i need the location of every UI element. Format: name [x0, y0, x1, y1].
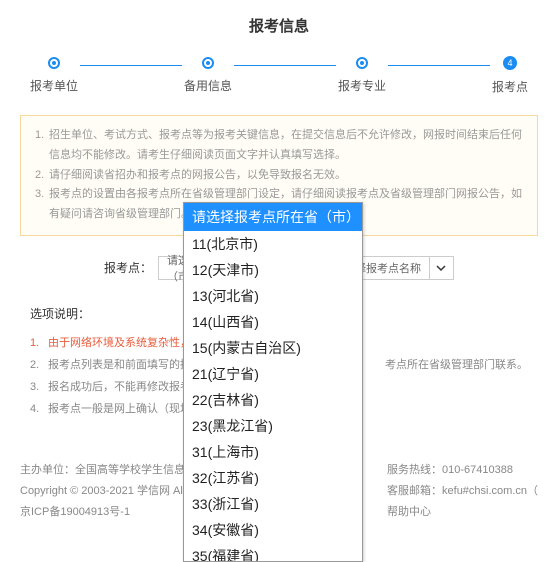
footer-hotline-label: 服务热线：: [387, 464, 442, 476]
dropdown-item[interactable]: 21(辽宁省): [184, 361, 362, 387]
footer-hotline-value: 010-67410388: [442, 464, 513, 476]
step-bar: 报考单位 备用信息 报考专业 4 报考点: [0, 56, 558, 115]
step-4: 4 报考点: [492, 56, 528, 95]
step-label: 报考单位: [30, 77, 78, 94]
dropdown-item[interactable]: 32(江苏省): [184, 465, 362, 491]
footer-help-link[interactable]: 帮助中心: [387, 502, 538, 523]
step-circle-icon: [202, 57, 214, 69]
dropdown-item[interactable]: 14(山西省): [184, 309, 362, 335]
step-circle-active-icon: 4: [503, 56, 517, 70]
notice-item: 招生单位、考试方式、报考点等为报考关键信息，在提交信息后不允许修改，网报时间结束…: [35, 126, 523, 166]
dropdown-item[interactable]: 33(浙江省): [184, 491, 362, 517]
dropdown-item[interactable]: 22(吉林省): [184, 387, 362, 413]
step-2: 备用信息: [184, 57, 232, 94]
step-label: 报考点: [492, 78, 528, 95]
dropdown-list[interactable]: 11(北京市)12(天津市)13(河北省)14(山西省)15(内蒙古自治区)21…: [184, 231, 362, 561]
step-circle-icon: [356, 57, 368, 69]
footer-email-value: kefu#chsi.com.cn（: [442, 485, 538, 497]
dropdown-item[interactable]: 35(福建省): [184, 543, 362, 561]
notice-item: 请仔细阅读省招办和报考点的网报公告，以免导致报名无效。: [35, 166, 523, 186]
province-dropdown: 请选择报考点所在省（市） 11(北京市)12(天津市)13(河北省)14(山西省…: [183, 202, 363, 562]
page-title: 报考信息: [0, 0, 558, 56]
step-3: 报考专业: [338, 57, 386, 94]
step-circle-icon: [48, 57, 60, 69]
dropdown-item[interactable]: 13(河北省): [184, 283, 362, 309]
step-line: [80, 65, 182, 66]
footer-right: 服务热线：010-67410388 客服邮箱：kefu#chsi.com.cn（…: [387, 460, 538, 523]
form-label: 报考点：: [104, 259, 152, 276]
step-line: [388, 65, 490, 66]
dropdown-item[interactable]: 31(上海市): [184, 439, 362, 465]
dropdown-item[interactable]: 23(黑龙江省): [184, 413, 362, 439]
step-label: 备用信息: [184, 77, 232, 94]
footer-sponsor-label: 主办单位：: [20, 464, 75, 476]
step-line: [234, 65, 336, 66]
footer-email-label: 客服邮箱：: [387, 485, 442, 497]
step-1: 报考单位: [30, 57, 78, 94]
dropdown-item[interactable]: 15(内蒙古自治区): [184, 335, 362, 361]
chevron-down-icon: [429, 257, 451, 279]
dropdown-item[interactable]: 11(北京市): [184, 231, 362, 257]
dropdown-item[interactable]: 12(天津市): [184, 257, 362, 283]
step-label: 报考专业: [338, 77, 386, 94]
dropdown-item[interactable]: 34(安徽省): [184, 517, 362, 543]
dropdown-header[interactable]: 请选择报考点所在省（市）: [184, 203, 362, 231]
